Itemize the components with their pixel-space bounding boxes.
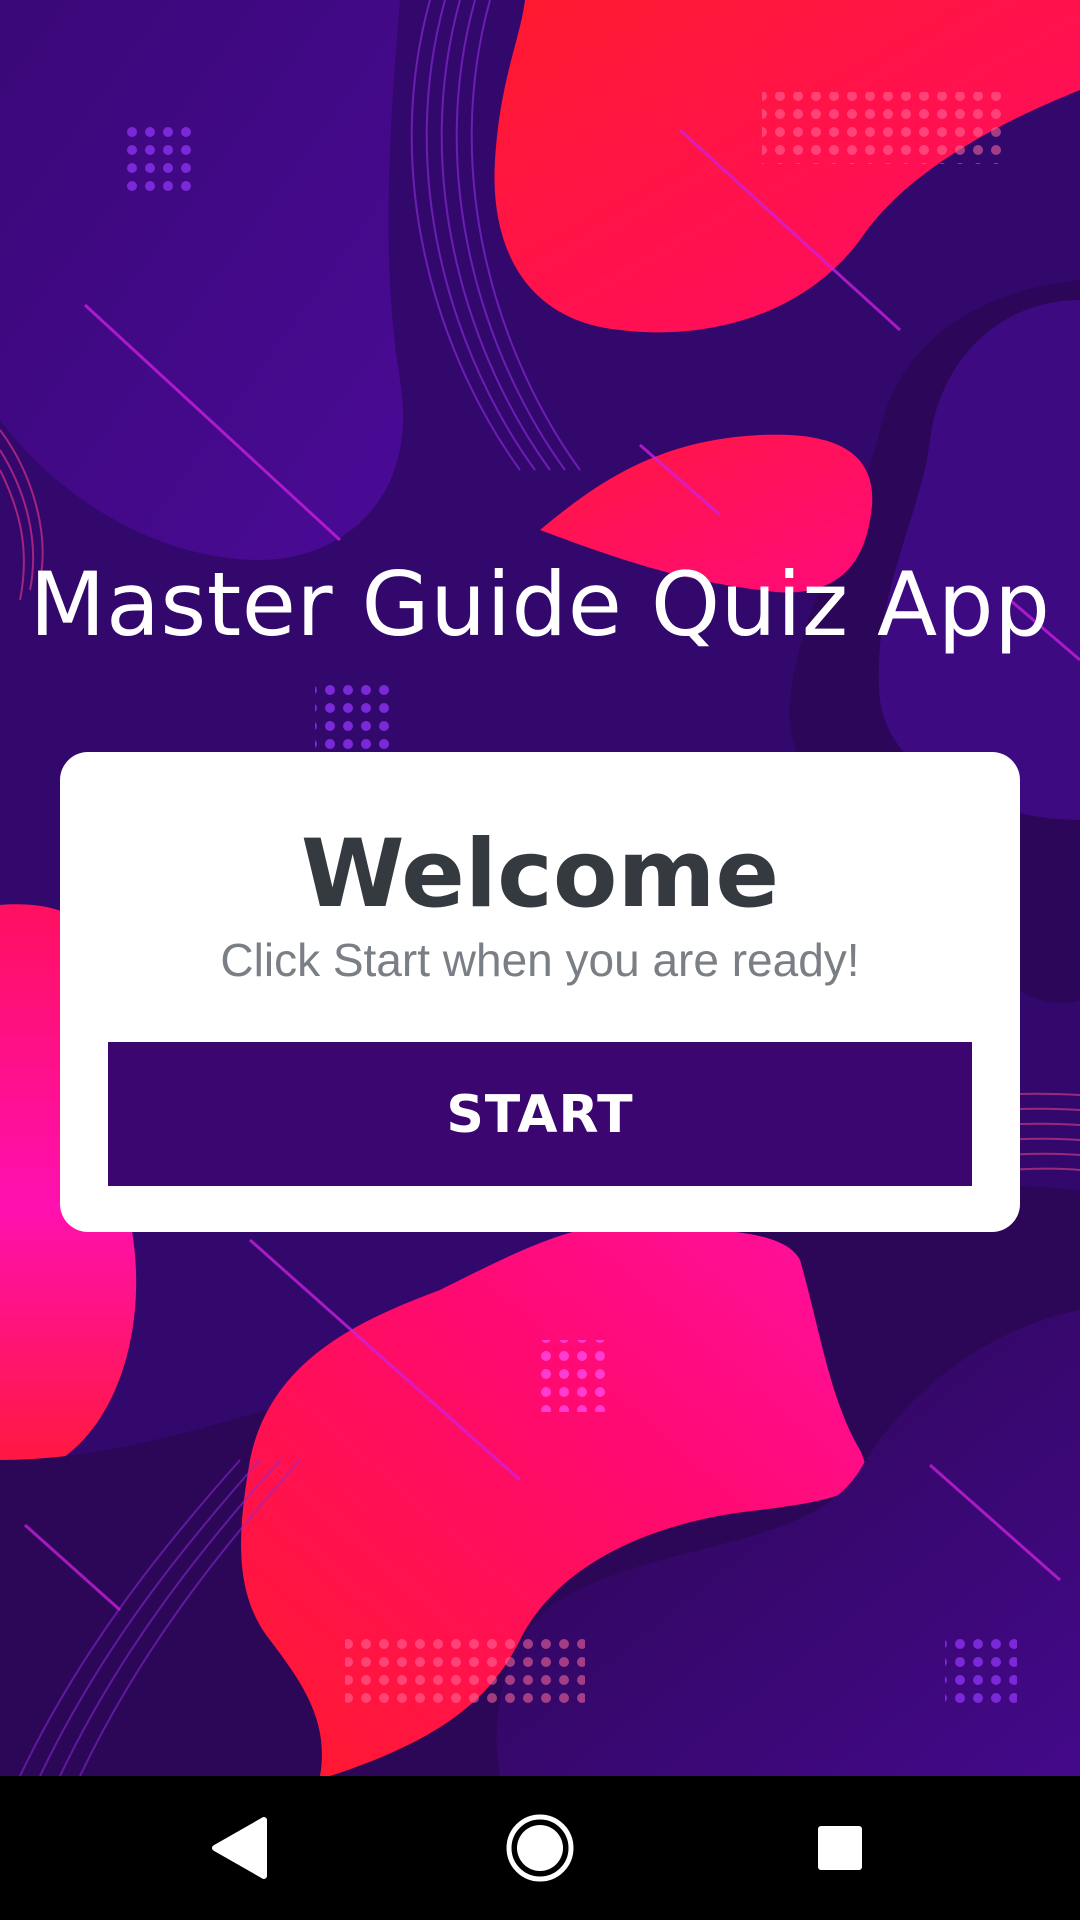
welcome-card: Welcome Click Start when you are ready! … [60,752,1020,1232]
app-title: Master Guide Quiz App [29,553,1051,656]
system-navigation-bar [0,1776,1080,1920]
app-screen: Master Guide Quiz App Welcome Click Star… [0,0,1080,1920]
nav-home-button[interactable] [470,1776,610,1920]
back-triangle-icon [212,1817,267,1879]
welcome-subtitle: Click Start when you are ready! [220,934,860,986]
home-circle-icon [506,1814,574,1882]
start-button[interactable]: START [108,1042,972,1186]
welcome-title: Welcome [300,820,780,929]
nav-recents-button[interactable] [770,1776,910,1920]
recents-square-icon [818,1826,862,1870]
nav-back-button[interactable] [170,1776,310,1920]
